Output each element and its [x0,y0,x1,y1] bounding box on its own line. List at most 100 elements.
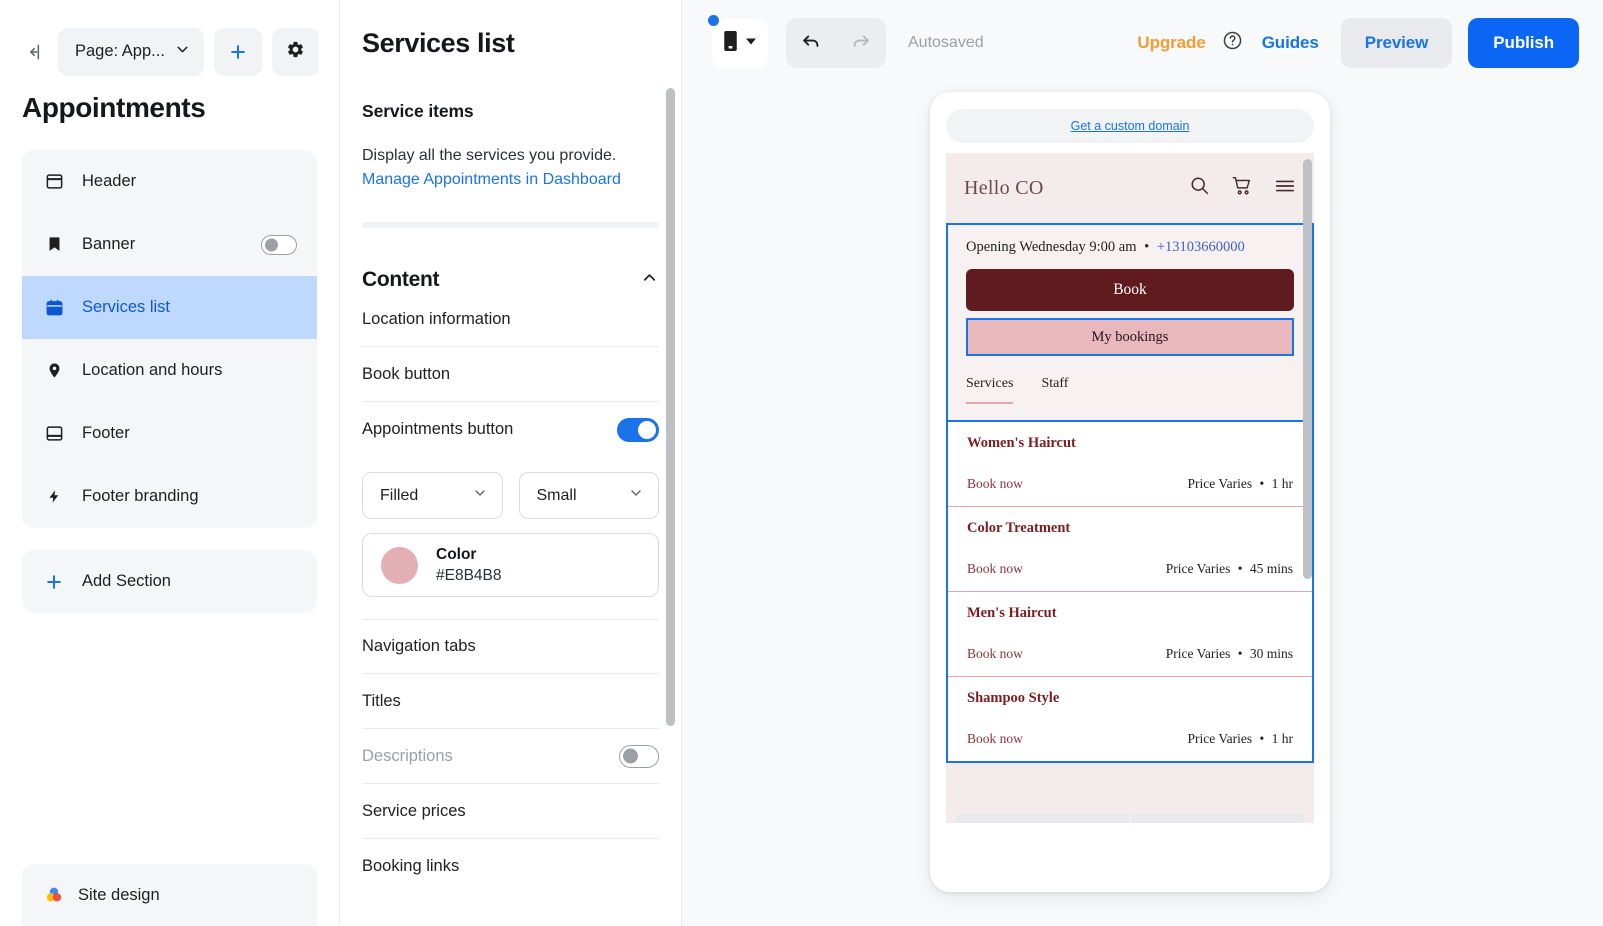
service-duration: 1 hr [1271,476,1293,491]
phone-number-link[interactable]: +13103660000 [1157,239,1245,255]
shopping-cart-icon[interactable] [1231,175,1253,202]
preview-button[interactable]: Preview [1340,18,1453,68]
undo-button[interactable] [786,18,836,68]
service-row[interactable]: Women's Haircut Book now Price Varies • … [948,422,1312,507]
properties-panel-scrollbar[interactable] [666,88,675,726]
mobile-device-icon [723,30,738,57]
service-row[interactable]: Men's Haircut Book now Price Varies • 30… [948,592,1312,677]
prop-row-navigation-tabs[interactable]: Navigation tabs [362,619,659,674]
prop-row-booking-links[interactable]: Booking links [362,839,659,894]
hamburger-menu-icon[interactable] [1274,175,1296,202]
service-name: Shampoo Style [967,690,1060,706]
separator-dot: • [1259,476,1265,491]
services-staff-tabs: Services Staff [966,376,1294,404]
site-design-button[interactable]: Site design [22,864,317,926]
prop-row-titles[interactable]: Titles [362,674,659,729]
button-color-picker[interactable]: Color #E8B4B8 [362,533,659,597]
prop-label: Booking links [362,857,460,875]
phone-preview-scrollbar[interactable] [1303,159,1312,579]
guides-link[interactable]: Guides [1262,33,1319,53]
sidebar-item-services-list[interactable]: Services list [22,276,317,339]
sidebar-topbar: Page: App... [0,0,339,86]
canvas-toolbar: Autosaved Upgrade Guides Preview Publish [682,0,1603,86]
service-row[interactable]: Shampoo Style Book now Price Varies • 1 … [948,677,1312,761]
service-duration: 45 mins [1249,561,1293,576]
sections-list: Header Banner Services list Location and… [22,150,317,528]
section-divider [362,222,659,228]
footer-layout-icon [44,424,64,444]
page-selector[interactable]: Page: App... [58,27,204,76]
prop-row-appointments-button[interactable]: Appointments button [362,402,659,457]
sidebar-bottom: Site design [0,864,339,926]
appointments-button-toggle[interactable] [617,417,659,442]
phone-viewport: Hello CO Opening Wednesday 9:00 am • +13… [946,153,1314,873]
prop-row-location-information[interactable]: Location information [362,292,659,347]
upgrade-link[interactable]: Upgrade [1137,33,1205,53]
tab-staff[interactable]: Staff [1041,376,1068,404]
color-label: Color [436,545,477,563]
color-hex-value: #E8B4B8 [436,566,502,584]
prop-row-descriptions[interactable]: Descriptions [362,729,659,784]
question-circle-icon [1222,30,1243,56]
prop-row-book-button[interactable]: Book button [362,347,659,402]
button-style-select[interactable]: Filled [362,472,503,519]
book-now-link[interactable]: Book now [967,476,1023,492]
service-price-duration: Price Varies • 1 hr [1188,731,1293,747]
button-size-select[interactable]: Small [518,472,659,519]
my-bookings-button[interactable]: My bookings [966,318,1294,356]
service-price: Price Varies [1187,731,1253,746]
collapse-panel-icon[interactable] [22,39,48,65]
separator-dot: • [1237,646,1243,661]
add-section-button[interactable]: Add Section [22,550,317,613]
prop-label: Descriptions [362,746,453,765]
left-sidebar: Page: App... Appointments Header Banner … [0,0,340,926]
prop-row-service-prices[interactable]: Service prices [362,784,659,839]
descriptions-toggle[interactable] [619,744,659,768]
device-indicator-dot [708,15,719,26]
canvas-area: Autosaved Upgrade Guides Preview Publish [682,0,1603,926]
phone-preview-frame: Get a custom domain Hello CO Opening Wed… [930,92,1330,892]
add-section-label: Add Section [82,572,171,590]
book-button[interactable]: Book [966,269,1294,311]
get-custom-domain-link[interactable]: Get a custom domain [1071,119,1190,133]
plus-icon [44,572,64,592]
banner-visibility-toggle[interactable] [261,234,297,255]
book-now-link[interactable]: Book now [967,731,1023,747]
sidebar-item-banner[interactable]: Banner [22,213,317,276]
device-selector[interactable] [708,15,768,67]
sidebar-item-label: Banner [82,235,136,253]
appointments-hero-block[interactable]: Opening Wednesday 9:00 am • +13103660000… [946,223,1314,422]
service-items-description: Display all the services you provide. Ma… [362,144,659,192]
sidebar-item-footer-branding[interactable]: Footer branding [22,465,317,528]
tab-services[interactable]: Services [966,376,1014,404]
chevron-down-icon [628,485,644,506]
sidebar-item-location-and-hours[interactable]: Location and hours [22,339,317,402]
calendar-icon [44,298,64,318]
service-price: Price Varies [1165,646,1231,661]
sidebar-item-footer[interactable]: Footer [22,402,317,465]
service-duration: 1 hr [1271,731,1293,746]
search-icon[interactable] [1189,175,1210,201]
book-now-link[interactable]: Book now [967,646,1023,662]
site-header: Hello CO [946,153,1314,223]
service-row[interactable]: Color Treatment Book now Price Varies • … [948,507,1312,592]
sidebar-item-label: Footer [82,424,130,442]
separator-dot: • [1237,561,1243,576]
content-accordion-header[interactable]: Content [362,268,659,292]
book-now-link[interactable]: Book now [967,561,1023,577]
settings-button[interactable] [271,27,319,76]
help-button[interactable] [1216,26,1250,60]
chevron-up-icon [640,268,659,292]
color-info: Color #E8B4B8 [436,546,502,585]
manage-appointments-link[interactable]: Manage Appointments in Dashboard [362,168,659,192]
gear-icon [286,40,305,64]
sidebar-item-header[interactable]: Header [22,150,317,213]
chevron-down-icon [174,41,191,63]
services-list: Women's Haircut Book now Price Varies • … [946,422,1314,763]
redo-button[interactable] [836,18,886,68]
service-price-duration: Price Varies • 30 mins [1166,646,1293,662]
add-page-button[interactable] [214,27,262,76]
color-swatch [381,546,418,584]
publish-button[interactable]: Publish [1468,18,1579,68]
service-meta: Book now Price Varies • 1 hr [967,476,1293,492]
